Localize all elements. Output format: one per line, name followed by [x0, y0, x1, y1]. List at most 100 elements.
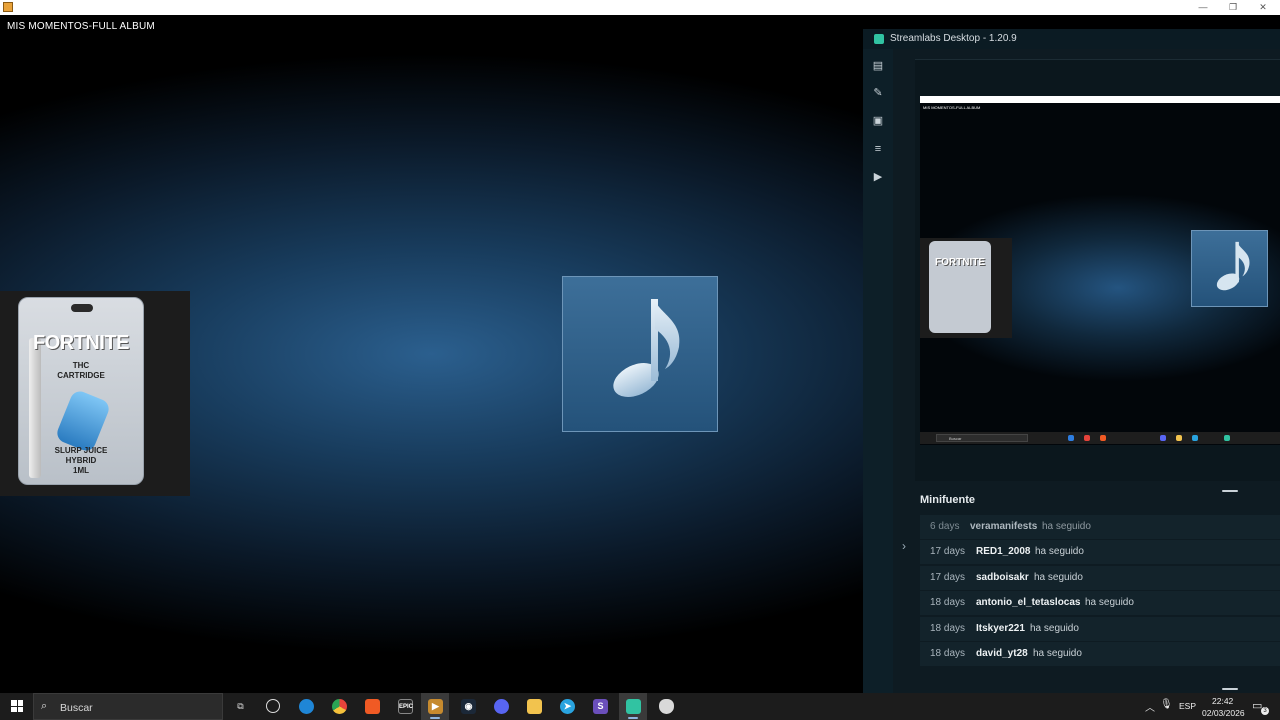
- minifeed-age: 18 days: [930, 647, 966, 659]
- search-placeholder: Buscar: [60, 702, 93, 714]
- minifeed-username[interactable]: sadboisakr: [976, 572, 1029, 583]
- package-hang-hole: [71, 304, 93, 312]
- preview-product-package: FORTNITE: [929, 241, 991, 333]
- panel-resize-handle[interactable]: [1222, 490, 1238, 492]
- preview-music-tile: [1191, 230, 1268, 307]
- chrome-icon[interactable]: [332, 699, 347, 714]
- shield-icon[interactable]: [659, 699, 674, 714]
- minifeed-action: ha seguido: [1042, 521, 1091, 532]
- collapse-chevron-icon[interactable]: ›: [893, 539, 915, 553]
- file-explorer-icon[interactable]: [527, 699, 542, 714]
- widgets-icon[interactable]: [266, 699, 280, 713]
- streamlabs-sidebar: ▤ ✎ ▣ ≡ ▶: [863, 49, 893, 693]
- minifeed-username[interactable]: Itskyer221: [976, 623, 1025, 634]
- minifeed-item[interactable]: 18 days antonio_el_tetaslocas ha seguido: [920, 591, 1280, 616]
- taskbar: ⌕ Buscar ⧉ EPIC ▶ ◉ ➤ S ︿ 🎙 ESP 22:42 02…: [0, 693, 1280, 720]
- preview-brave-icon: [1100, 435, 1106, 441]
- play-icon[interactable]: ▶: [872, 171, 884, 183]
- clock-date[interactable]: 02/03/2026: [1202, 708, 1245, 718]
- minifeed-action: ha seguido: [1035, 546, 1084, 558]
- package-brand: FORTNITE: [33, 332, 130, 354]
- preview-search-box: Buscar: [936, 434, 1028, 442]
- preview-edge-icon: [1068, 435, 1074, 441]
- search-icon: ⌕: [41, 700, 48, 712]
- language-indicator[interactable]: ESP: [1179, 701, 1196, 711]
- track-title: MIS MOMENTOS-FULL ALBUM: [7, 21, 155, 32]
- notification-badge: 3: [1261, 707, 1269, 715]
- minifeed-action: ha seguido: [1030, 622, 1079, 634]
- preview-package-brand: FORTNITE: [935, 257, 985, 268]
- minifeed-list: 6 days veramanifests ha seguido 17 days RED1…: [920, 515, 1280, 667]
- preview-taskbar: Buscar: [920, 432, 1280, 444]
- preview-screen: MIS MOMENTOS-FULL ALBUM FORTNITE Buscar: [920, 96, 1280, 445]
- slurp-bottle: [54, 388, 112, 454]
- preview-track-title: MIS MOMENTOS-FULL ALBUM: [923, 105, 981, 110]
- window-titlebar: — ❐ ✕: [0, 0, 1280, 15]
- package-line-2: CARTRIDGE: [57, 371, 105, 380]
- taskbar-search[interactable]: ⌕ Buscar: [33, 693, 223, 720]
- minifeed-item[interactable]: 6 days veramanifests ha seguido: [920, 515, 1280, 539]
- minifeed-item[interactable]: 18 days david_yt28 ha seguido: [920, 641, 1280, 666]
- minifeed-age: 17 days: [930, 571, 966, 583]
- minifeed-age: 6 days: [930, 521, 960, 532]
- steam-icon[interactable]: ◉: [461, 699, 476, 714]
- restore-button[interactable]: ❐: [1218, 0, 1248, 15]
- store-icon[interactable]: ▣: [872, 115, 884, 127]
- minifeed-age: 17 days: [930, 546, 966, 558]
- preview-telegram-icon: [1192, 435, 1198, 441]
- music-player: MIS MOMENTOS-FULL ALBUM FORTNITE THC CAR…: [0, 15, 863, 693]
- product-package: FORTNITE THC CARTRIDGE SLURP JUICE HYBRI…: [18, 297, 144, 485]
- epic-games-icon[interactable]: EPIC: [398, 699, 413, 714]
- telegram-icon[interactable]: ➤: [560, 699, 575, 714]
- minifeed-action: ha seguido: [1034, 571, 1083, 583]
- clock-time[interactable]: 22:42: [1212, 696, 1233, 706]
- themes-icon[interactable]: ✎: [872, 87, 884, 99]
- preview-search-text: Buscar: [949, 436, 962, 441]
- minifeed-age: 18 days: [930, 622, 966, 634]
- brave-icon[interactable]: [365, 699, 380, 714]
- package-line-5: 1ML: [73, 466, 89, 475]
- package-line-3: SLURP JUICE: [54, 446, 108, 455]
- discord-icon[interactable]: [494, 699, 509, 714]
- microphone-icon[interactable]: 🎙: [1160, 699, 1173, 710]
- minifeed-action: ha seguido: [1085, 597, 1134, 609]
- minifeed-username[interactable]: antonio_el_tetaslocas: [976, 597, 1080, 608]
- task-view-icon[interactable]: ⧉: [233, 699, 248, 714]
- package-line-1: THC: [72, 361, 90, 370]
- tray-chevron-up-icon[interactable]: ︿: [1145, 699, 1155, 714]
- preview-streamlabs-icon: [1224, 435, 1230, 441]
- minifeed-username[interactable]: veramanifests: [970, 521, 1037, 532]
- minifeed-username[interactable]: RED1_2008: [976, 546, 1030, 557]
- screen: — ❐ ✕ MIS MOMENTOS-FULL ALBUM FORTNITE T…: [0, 0, 1280, 720]
- close-button[interactable]: ✕: [1248, 0, 1278, 15]
- minifeed-username[interactable]: david_yt28: [976, 648, 1028, 659]
- editor-icon[interactable]: ▤: [872, 60, 884, 72]
- preview-album-cover: FORTNITE: [920, 238, 1012, 338]
- minifeed-item[interactable]: 17 days sadboisakr ha seguido: [920, 565, 1280, 590]
- minifeed-action: ha seguido: [1033, 647, 1082, 659]
- minifeed-item[interactable]: 18 days Itskyer221 ha seguido: [920, 616, 1280, 641]
- package-line-4: HYBRID: [65, 456, 97, 465]
- start-button[interactable]: [11, 700, 23, 712]
- preview-chrome-icon: [1084, 435, 1090, 441]
- minimize-button[interactable]: —: [1188, 0, 1218, 15]
- minifeed-item[interactable]: 17 days RED1_2008 ha seguido: [920, 540, 1280, 565]
- app-s-icon[interactable]: S: [593, 699, 608, 714]
- streamlabs-titlebar: Streamlabs Desktop - 1.20.9: [863, 29, 1280, 49]
- active-indicator: [430, 717, 440, 719]
- music-placeholder-tile: [562, 276, 718, 432]
- streamlabs-title: Streamlabs Desktop - 1.20.9: [890, 33, 1017, 44]
- minifeed-age: 18 days: [930, 597, 966, 609]
- album-cover: FORTNITE THC CARTRIDGE SLURP JUICE HYBRI…: [0, 291, 190, 496]
- media-player-icon[interactable]: ▶: [428, 699, 443, 714]
- preview-explorer-icon: [1176, 435, 1182, 441]
- app-icon: [3, 2, 13, 12]
- streamlabs-logo-icon: [874, 34, 884, 44]
- preview-discord-icon: [1160, 435, 1166, 441]
- edge-icon[interactable]: [299, 699, 314, 714]
- preview-window-titlebar: [920, 96, 1280, 103]
- minifeed-title: Minifuente: [920, 494, 975, 506]
- layout-icon[interactable]: ≡: [872, 143, 884, 155]
- streamlabs-taskbar-icon[interactable]: [626, 699, 641, 714]
- panel-resize-handle-bottom[interactable]: [1222, 688, 1238, 690]
